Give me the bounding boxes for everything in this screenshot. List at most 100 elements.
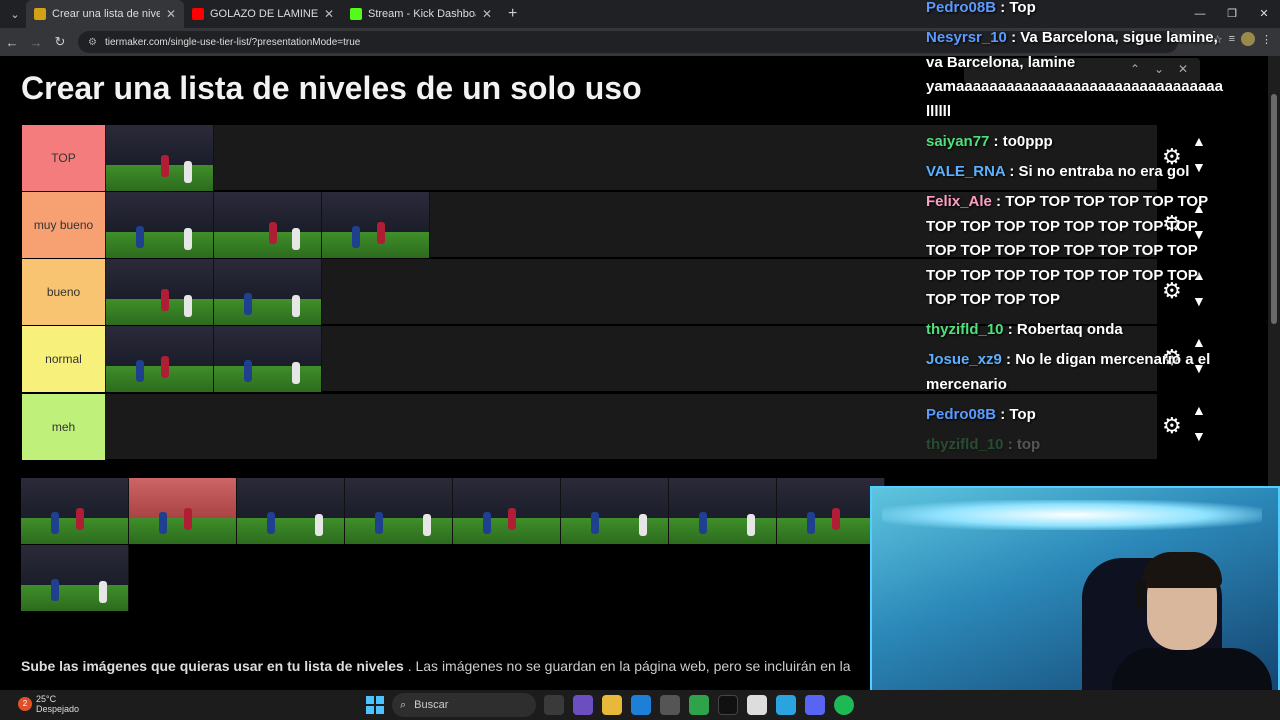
pool-image[interactable]	[129, 478, 237, 544]
tier-item-image[interactable]	[106, 259, 214, 325]
taskbar-search[interactable]: ⌕ Buscar	[392, 693, 536, 717]
pool-image[interactable]	[21, 545, 129, 611]
copilot-icon[interactable]	[573, 695, 593, 715]
weather-temp: 25°C	[36, 694, 57, 704]
chat-message: Pedro08B : Top	[926, 0, 1230, 21]
tier-item-image[interactable]	[106, 326, 214, 392]
weather-condition: Despejado	[36, 704, 80, 714]
image-pool	[21, 478, 885, 612]
tier-label[interactable]: normal	[22, 326, 105, 392]
youtube-favicon-icon	[192, 8, 204, 20]
tier-item-image[interactable]	[322, 192, 430, 258]
capcut-icon[interactable]	[747, 695, 767, 715]
webcam-overlay	[870, 486, 1280, 720]
pool-image[interactable]	[777, 478, 885, 544]
url-text: tiermaker.com/single-use-tier-list/?pres…	[104, 36, 361, 48]
new-tab-button[interactable]: +	[508, 5, 517, 23]
store-icon[interactable]	[660, 695, 680, 715]
headset	[1136, 580, 1146, 610]
chat-text: : Si no entraba no era gol	[1005, 163, 1190, 180]
chat-text: : Robertaq onda	[1003, 321, 1123, 338]
tier-label[interactable]: meh	[22, 394, 105, 460]
tier-items	[106, 125, 214, 191]
weather-widget[interactable]: 2 25°C Despejado	[18, 694, 79, 714]
reload-icon[interactable]: ↻	[48, 34, 72, 50]
chat-text: : Top	[996, 406, 1036, 423]
chat-username: thyzifld_10	[926, 321, 1004, 338]
tier-label[interactable]: muy bueno	[22, 192, 105, 258]
chat-message: Pedro08B : Top	[926, 403, 1230, 428]
stream-chat-overlay: Pedro08B : Top Nesyrsr_10 : Va Barcelona…	[924, 0, 1234, 460]
chat-message: thyzifld_10 : top	[926, 433, 1230, 458]
pool-image[interactable]	[237, 478, 345, 544]
pool-image[interactable]	[561, 478, 669, 544]
tab-kick[interactable]: Stream - Kick Dashboard ✕	[342, 0, 500, 28]
spotify-icon[interactable]	[834, 695, 854, 715]
chat-text: : top	[1003, 436, 1041, 453]
streamer-hair	[1142, 552, 1222, 588]
tiktok-icon[interactable]	[718, 695, 738, 715]
tab-title: Stream - Kick Dashboard	[368, 8, 476, 20]
ceiling-light	[882, 500, 1262, 530]
tier-item-image[interactable]	[214, 192, 322, 258]
discord-icon[interactable]	[805, 695, 825, 715]
chat-text: : to0ppp	[989, 133, 1053, 150]
windows-start-icon[interactable]	[366, 696, 384, 714]
profile-avatar[interactable]	[1241, 32, 1255, 46]
close-icon[interactable]: ✕	[166, 7, 176, 21]
task-view-icon[interactable]	[544, 695, 564, 715]
tier-label[interactable]: bueno	[22, 259, 105, 325]
chrome-icon[interactable]	[689, 695, 709, 715]
chat-message: thyzifld_10 : Robertaq onda	[926, 318, 1230, 343]
chat-text: : Top	[996, 0, 1036, 16]
tab-tiermaker[interactable]: Crear una lista de niveles de un ✕	[26, 0, 184, 28]
close-icon[interactable]: ✕	[482, 7, 492, 21]
pool-image[interactable]	[345, 478, 453, 544]
tier-item-image[interactable]	[214, 259, 322, 325]
tier-items	[106, 259, 322, 325]
close-window-icon[interactable]: ✕	[1248, 0, 1280, 28]
tier-item-image[interactable]	[106, 125, 214, 191]
chat-username: thyzifld_10	[926, 436, 1004, 453]
menu-icon[interactable]: ⋮	[1261, 33, 1272, 46]
chat-message: Nesyrsr_10 : Va Barcelona, sigue lamine,…	[926, 26, 1230, 124]
chat-username: saiyan77	[926, 133, 990, 150]
edge-icon[interactable]	[631, 695, 651, 715]
pool-image[interactable]	[453, 478, 561, 544]
back-icon[interactable]: ←	[0, 35, 24, 50]
tab-title: Crear una lista de niveles de un	[52, 8, 160, 20]
pool-image[interactable]	[21, 478, 129, 544]
chat-username: Felix_Ale	[926, 193, 992, 210]
upload-description-bold: Sube las imágenes que quieras usar en tu…	[21, 658, 404, 674]
tier-item-image[interactable]	[106, 192, 214, 258]
tab-search-icon[interactable]: ⌄	[4, 3, 26, 25]
chat-text: : TOP TOP TOP TOP TOP TOP TOP TOP TOP TO…	[926, 193, 1208, 308]
tier-label[interactable]: TOP	[22, 125, 105, 191]
taskbar-apps	[544, 695, 854, 715]
chat-username: Nesyrsr_10	[926, 29, 1007, 46]
forward-icon[interactable]: →	[24, 35, 48, 50]
tab-title: GOLAZO DE LAMINE YAMAL m	[210, 8, 318, 20]
chat-message: Josue_xz9 : No le digan mercenario a el …	[926, 348, 1230, 397]
file-explorer-icon[interactable]	[602, 695, 622, 715]
weather-icon: 2	[18, 697, 32, 711]
search-placeholder: Buscar	[414, 699, 449, 711]
page-title: Crear una lista de niveles de un solo us…	[21, 70, 642, 106]
telegram-icon[interactable]	[776, 695, 796, 715]
close-icon[interactable]: ✕	[324, 7, 334, 21]
tier-item-image[interactable]	[214, 326, 322, 392]
tab-youtube[interactable]: GOLAZO DE LAMINE YAMAL m ✕	[184, 0, 342, 28]
scrollbar-thumb[interactable]	[1271, 94, 1277, 324]
upload-description: Sube las imágenes que quieras usar en tu…	[21, 658, 866, 674]
chat-message: VALE_RNA : Si no entraba no era gol	[926, 160, 1230, 185]
chat-username: VALE_RNA	[926, 163, 1006, 180]
chat-message: Felix_Ale : TOP TOP TOP TOP TOP TOP TOP …	[926, 190, 1230, 313]
chat-username: Josue_xz9	[926, 351, 1002, 368]
pool-image[interactable]	[669, 478, 777, 544]
chat-message: saiyan77 : to0ppp	[926, 130, 1230, 155]
site-info-icon[interactable]: ⚙	[88, 37, 97, 48]
kick-favicon-icon	[350, 8, 362, 20]
tiermaker-favicon-icon	[34, 8, 46, 20]
taskbar: 2 25°C Despejado ⌕ Buscar	[0, 690, 1280, 720]
chat-username: Pedro08B	[926, 0, 997, 16]
